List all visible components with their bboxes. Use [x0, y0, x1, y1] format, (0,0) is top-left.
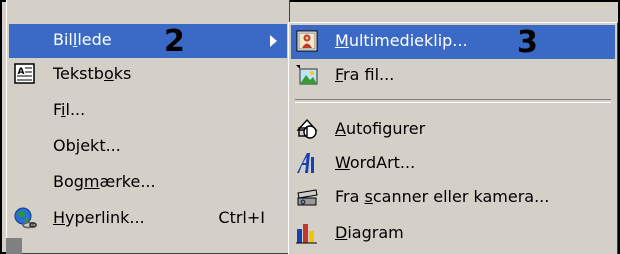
menu-item-diagram[interactable]: Diagram — [291, 217, 615, 251]
menu-item-objekt[interactable]: Objekt... — [9, 130, 287, 164]
menu-item-label: Objekt... — [53, 136, 121, 155]
menu-item-label: WordArt... — [335, 153, 416, 172]
menu-item-label: Fil... — [53, 100, 86, 119]
clipart-icon — [295, 29, 319, 53]
billede-submenu: Multimedieklip... 3 Fra fil... Autofigur… — [288, 22, 618, 254]
menu-item-label: Hyperlink... — [53, 208, 145, 227]
scanner-icon — [295, 185, 319, 209]
hyperlink-globe-icon — [13, 206, 37, 230]
menu-item-hyperlink[interactable]: Hyperlink... Ctrl+I — [9, 202, 287, 236]
menu-item-label: Fra scanner eller kamera... — [335, 187, 550, 206]
menu-separator — [295, 99, 611, 103]
submenu-arrow-icon — [270, 35, 277, 47]
textbox-icon: A — [13, 62, 37, 86]
scrollbar-fragment — [6, 238, 22, 254]
menu-item-label: Diagram — [335, 223, 404, 242]
menu-item-label: Autofigurer — [335, 119, 426, 138]
annotation-number-3: 3 — [517, 25, 538, 60]
menu-item-label: Multimedieklip... — [335, 31, 468, 50]
menu-item-autofigurer[interactable]: Autofigurer — [291, 113, 615, 147]
menu-item-fra-fil[interactable]: Fra fil... — [291, 59, 615, 93]
insert-menu: Billlede 2 A Tekstboks Fil... Objekt... … — [6, 0, 290, 254]
wordart-icon — [295, 151, 319, 175]
autoshapes-icon — [295, 117, 319, 141]
menu-item-tekstboks[interactable]: A Tekstboks — [9, 58, 287, 92]
menu-item-label: Billlede — [53, 30, 112, 49]
menu-item-label: Fra fil... — [335, 65, 395, 84]
menu-item-fra-scanner-eller-kamera[interactable]: Fra scanner eller kamera... — [291, 181, 615, 215]
menu-item-wordart[interactable]: WordArt... — [291, 147, 615, 181]
chart-icon — [295, 221, 319, 245]
menu-item-bogmaerke[interactable]: Bogmærke... — [9, 166, 287, 200]
menu-item-label: Bogmærke... — [53, 172, 156, 191]
menu-item-multimedieklip[interactable]: Multimedieklip... 3 — [291, 25, 615, 60]
menu-item-billede[interactable]: Billlede 2 — [9, 24, 287, 59]
annotation-number-2: 2 — [164, 24, 185, 59]
menu-item-fil[interactable]: Fil... — [9, 94, 287, 128]
shortcut-label: Ctrl+I — [218, 208, 265, 227]
picture-file-icon — [295, 63, 319, 87]
menu-item-label: Tekstboks — [53, 64, 132, 83]
